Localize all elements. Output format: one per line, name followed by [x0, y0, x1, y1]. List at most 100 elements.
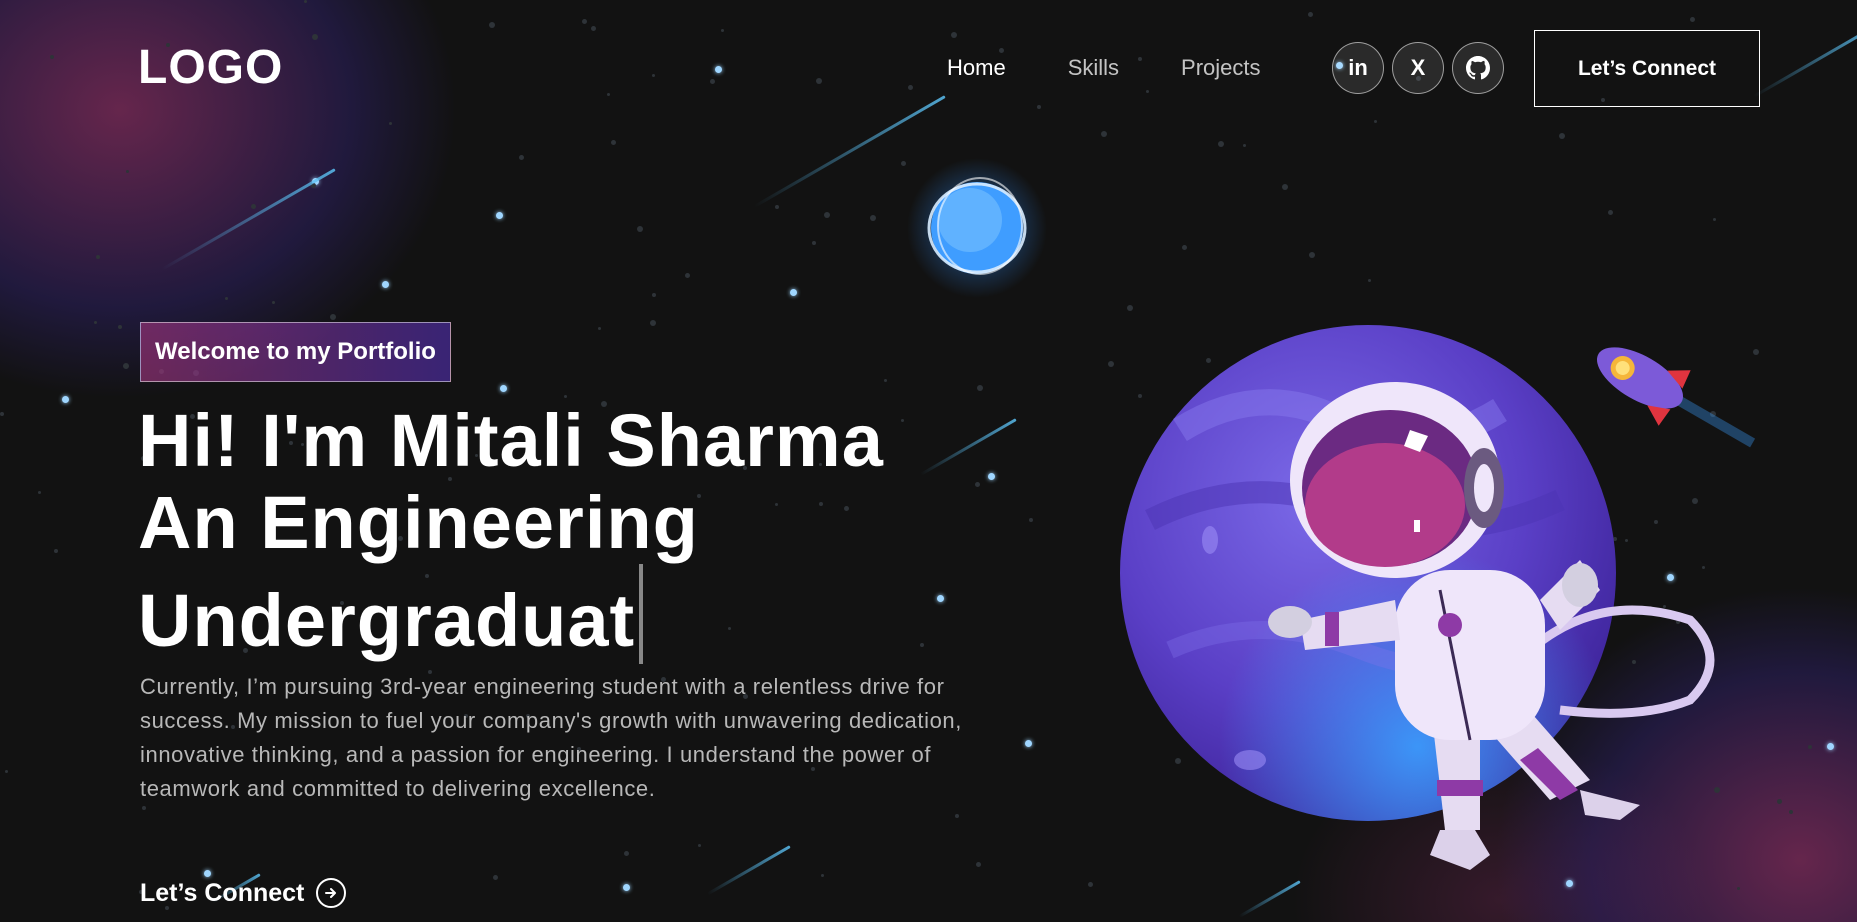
dust-particle [1309, 252, 1315, 258]
hero-connect-link[interactable]: Let’s Connect [140, 878, 347, 908]
dust-particle [1808, 745, 1812, 749]
dust-particle [977, 385, 983, 391]
dust-particle [142, 806, 146, 810]
dust-particle [1737, 887, 1740, 890]
dust-particle [884, 379, 887, 382]
dust-particle [126, 170, 129, 173]
dust-particle [1713, 218, 1716, 221]
dust-particle [1184, 507, 1189, 512]
dust-particle [1347, 778, 1350, 781]
dust-particle [1753, 349, 1759, 355]
dust-particle [118, 325, 122, 329]
dust-particle [812, 241, 816, 245]
dust-particle [1447, 459, 1453, 465]
star [382, 281, 389, 288]
dust-particle [1789, 810, 1793, 814]
dust-particle [1710, 411, 1716, 417]
nav-link-projects[interactable]: Projects [1181, 50, 1260, 86]
hero-description: Currently, I’m pursuing 3rd-year enginee… [140, 674, 962, 801]
github-glyph [1466, 56, 1490, 80]
dust-particle [1676, 620, 1680, 624]
star [204, 870, 211, 877]
lets-connect-button[interactable]: Let’s Connect [1534, 30, 1760, 107]
dust-particle [38, 491, 41, 494]
dust-particle [1138, 394, 1142, 398]
dust-particle [519, 155, 524, 160]
nav-link-skills[interactable]: Skills [1068, 50, 1119, 86]
dust-particle [1702, 566, 1705, 569]
dust-particle [1454, 392, 1457, 395]
dust-particle [1613, 537, 1617, 541]
dust-particle [1692, 498, 1698, 504]
dust-particle [96, 255, 100, 259]
star [1667, 574, 1674, 581]
dust-particle [123, 363, 129, 369]
logo[interactable]: LOGO [138, 40, 283, 96]
dust-particle [94, 321, 97, 324]
dust-particle [1663, 605, 1666, 608]
nav-link-home[interactable]: Home [947, 50, 1006, 86]
github-icon[interactable] [1452, 42, 1504, 94]
dust-particle [955, 814, 959, 818]
dust-particle [993, 255, 996, 258]
star [62, 396, 69, 403]
dust-particle [685, 273, 690, 278]
social-icons: in X [1332, 42, 1504, 94]
headline-line-typing: Undergraduat [138, 564, 1038, 664]
typing-text: Undergraduat [138, 579, 636, 662]
dust-particle [1206, 358, 1211, 363]
dust-particle [1368, 279, 1371, 282]
star [1566, 880, 1573, 887]
dust-particle [650, 320, 656, 326]
dust-particle [330, 314, 336, 320]
dust-particle [1175, 758, 1181, 764]
star [496, 212, 503, 219]
shooting-star [706, 845, 791, 896]
dust-particle [1625, 539, 1628, 542]
hero-connect-label: Let’s Connect [140, 878, 305, 907]
star [790, 289, 797, 296]
dust-particle [624, 851, 629, 856]
star [1827, 743, 1834, 750]
hero-headline: Hi! I'm Mitali Sharma An Engineering Und… [138, 400, 1038, 664]
dust-particle [1632, 660, 1636, 664]
star [500, 385, 507, 392]
linkedin-icon[interactable]: in [1332, 42, 1384, 94]
dust-particle [1418, 785, 1422, 789]
dust-particle [611, 140, 616, 145]
dust-particle [5, 770, 8, 773]
headline-line-role: An Engineering [138, 481, 699, 564]
dust-particle [1218, 141, 1224, 147]
arrow-right-circle-icon [316, 878, 347, 908]
dust-particle [225, 297, 228, 300]
dust-particle [0, 412, 4, 416]
dust-particle [251, 204, 256, 209]
dust-particle [1484, 377, 1490, 383]
shooting-star [1238, 880, 1301, 918]
dust-particle [775, 205, 779, 209]
dust-particle [1608, 210, 1613, 215]
x-glyph: X [1410, 55, 1426, 80]
dust-particle [1569, 687, 1575, 693]
dust-particle [1308, 638, 1311, 641]
dust-particle [652, 293, 656, 297]
typing-cursor [639, 564, 644, 664]
dust-particle [493, 875, 498, 880]
dust-particle [870, 215, 876, 221]
dust-particle [564, 395, 567, 398]
welcome-tagline: Welcome to my Portfolio [140, 322, 451, 382]
linkedin-glyph: in [1348, 55, 1368, 80]
dust-particle [1282, 184, 1288, 190]
navbar: LOGO Home Skills Projects in X Let’s Con… [0, 0, 1857, 135]
dust-particle [637, 226, 643, 232]
headline-line-name: Hi! I'm Mitali Sharma [138, 399, 884, 482]
dust-particle [1108, 361, 1114, 367]
dust-particle [1777, 799, 1782, 804]
nav-links: Home Skills Projects [947, 50, 1261, 86]
dust-particle [821, 874, 824, 877]
dust-particle [1654, 520, 1658, 524]
dust-particle [272, 301, 275, 304]
x-twitter-icon[interactable]: X [1392, 42, 1444, 94]
dust-particle [976, 862, 981, 867]
dust-particle [1088, 882, 1093, 887]
